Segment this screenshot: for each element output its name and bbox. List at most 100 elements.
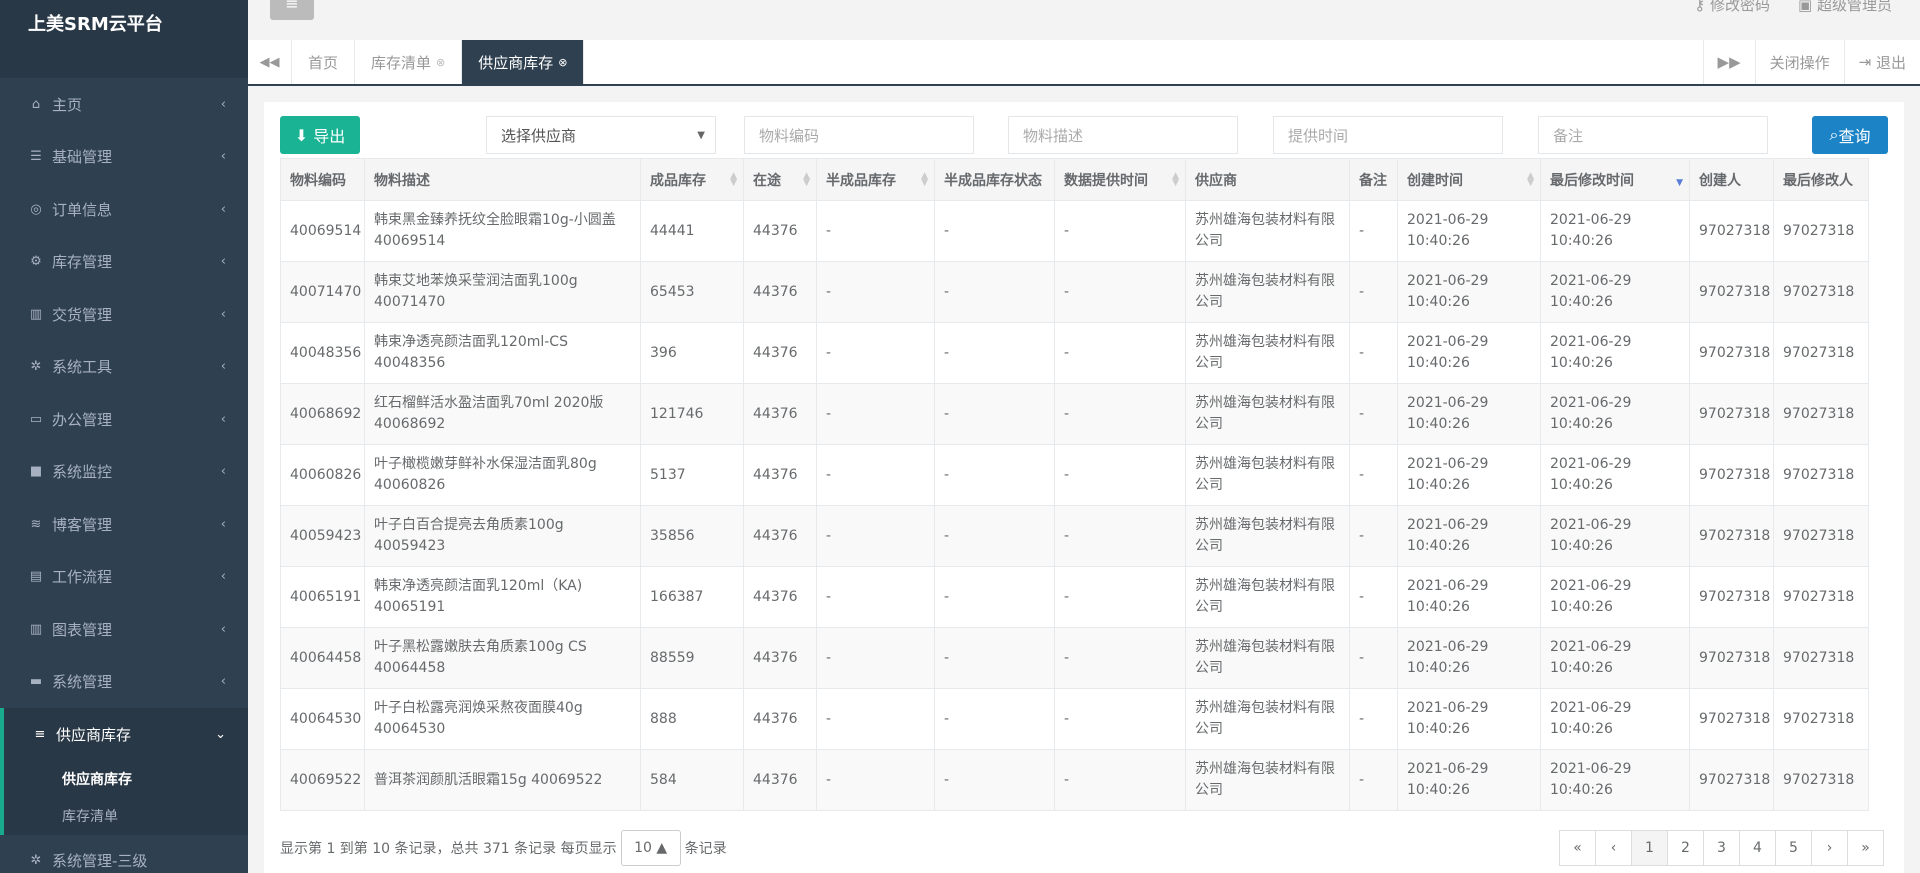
column-header[interactable]: 最后修改人	[1773, 158, 1869, 201]
table-row[interactable]: 40069514 韩束黑金臻养抚纹全脸眼霜10g-小圆盖 40069514 4444…	[280, 200, 1869, 262]
table-cell: -	[934, 627, 1055, 689]
filter-bar: ⬇ 导出 选择供应商 ▼ 物料编码 物料描述 提供时间 备注 ⌕ 查询	[280, 116, 1888, 154]
table-row[interactable]: 40064530 叶子白松露亮润焕采熬夜面膜40g 40064530 888 4437…	[280, 688, 1869, 750]
table-cell: 韩束净透亮颜洁面乳120ml-CS 40048356	[364, 322, 641, 384]
table-cell: 2021-06-29 10:40:26	[1397, 566, 1541, 628]
table-row[interactable]: 40060826 叶子橄榄嫩芽鲜补水保湿洁面乳80g 40060826 5137 44…	[280, 444, 1869, 506]
table-cell: 166387	[640, 566, 744, 628]
table-cell: 396	[640, 322, 744, 384]
column-header[interactable]: 物料描述	[364, 158, 641, 201]
table-cell: 韩束黑金臻养抚纹全脸眼霜10g-小圆盖 40069514	[364, 200, 641, 262]
page-button[interactable]: 1	[1631, 830, 1668, 866]
material-code-input[interactable]: 物料编码	[744, 116, 974, 154]
sidebar-item-label: 库存管理	[52, 253, 113, 272]
sidebar-item-8[interactable]: ≋ 博客管理 ‹	[0, 498, 248, 551]
column-header[interactable]: 数据提供时间 ▲ ▼	[1054, 158, 1186, 201]
logout-button[interactable]: ⇥ 退出	[1843, 40, 1920, 84]
sort-icon: ▲ ▼	[803, 171, 810, 188]
table-row[interactable]: 40059423 叶子白百合提亮去角质素100g 40059423 35856 443…	[280, 505, 1869, 567]
material-desc-input[interactable]: 物料描述	[1008, 116, 1238, 154]
supplier-select[interactable]: 选择供应商 ▼	[486, 116, 716, 154]
page-button[interactable]: ›	[1811, 830, 1848, 866]
sidebar-item-12[interactable]: ≡ 供应商库存 ⌄	[0, 708, 248, 761]
page-size-select[interactable]: 10 ▲	[620, 830, 681, 866]
page-button[interactable]: »	[1847, 830, 1884, 866]
table-cell: -	[816, 444, 935, 506]
table-cell: 97027318	[1773, 261, 1869, 323]
tabs-scroll-right-button[interactable]: ▶▶	[1702, 40, 1755, 84]
sidebar-item-system-level3[interactable]: ✲ 系统管理-三级	[0, 835, 248, 873]
table-cell: 2021-06-29 10:40:26	[1397, 505, 1541, 567]
column-header[interactable]: 半成品库存 ▲ ▼	[816, 158, 935, 201]
page-button[interactable]: 5	[1775, 830, 1812, 866]
sort-icon: ▲ ▼	[730, 171, 737, 188]
sidebar-item-5[interactable]: ✲ 系统工具 ‹	[0, 341, 248, 394]
table-cell: 2021-06-29 10:40:26	[1540, 688, 1690, 750]
table-row[interactable]: 40071470 韩束艾地苯焕采莹润洁面乳100g 40071470 65453 44…	[280, 261, 1869, 323]
user-menu[interactable]: ▣ 超级管理员	[1798, 0, 1892, 15]
sidebar-item-label: 系统监控	[52, 463, 113, 482]
table-cell: -	[1349, 505, 1398, 567]
table-row[interactable]: 40048356 韩束净透亮颜洁面乳120ml-CS 40048356 396 443…	[280, 322, 1869, 384]
column-header[interactable]: 物料编码	[280, 158, 365, 201]
close-operations-button[interactable]: 关闭操作	[1754, 40, 1844, 84]
table-row[interactable]: 40069522 普洱茶润颜肌活眼霜15g 40069522 584 44376- - -…	[280, 749, 1869, 811]
table-cell: 2021-06-29 10:40:26	[1397, 383, 1541, 445]
column-header[interactable]: 最后修改时间 ▼	[1540, 158, 1690, 201]
table-cell: 44441	[640, 200, 744, 262]
tab-inventory-list[interactable]: 库存清单 ⊗	[355, 40, 463, 84]
chevron-left-icon: ‹	[220, 464, 226, 480]
column-header[interactable]: 备注	[1349, 158, 1398, 201]
table-cell: 97027318	[1773, 322, 1869, 384]
table-cell: -	[1349, 627, 1398, 689]
sidebar-item-2[interactable]: ◎ 订单信息 ‹	[0, 183, 248, 236]
table-cell: 97027318	[1773, 444, 1869, 506]
sidebar-item-10[interactable]: ▥ 图表管理 ‹	[0, 603, 248, 656]
tab-supplier-inventory[interactable]: 供应商库存 ⊗	[462, 40, 585, 84]
tabs-scroll-left-button[interactable]: ◀◀	[248, 40, 292, 84]
page-button[interactable]: «	[1559, 830, 1596, 866]
menu-toggle-button[interactable]: ≡	[270, 0, 314, 20]
table-row[interactable]: 40068692 红石榴鲜活水盈洁面乳70ml 2020版 40068692 121…	[280, 383, 1869, 445]
page-button[interactable]: ‹	[1595, 830, 1632, 866]
page-button[interactable]: 3	[1703, 830, 1740, 866]
sidebar-item-1[interactable]: ☰ 基础管理 ‹	[0, 131, 248, 184]
provide-time-input[interactable]: 提供时间	[1273, 116, 1503, 154]
table-cell: 44376	[743, 749, 817, 811]
tab-home[interactable]: 首页	[292, 40, 356, 84]
export-button[interactable]: ⬇ 导出	[280, 116, 360, 154]
column-header[interactable]: 创建人	[1689, 158, 1774, 201]
table-cell: 40069522	[280, 749, 365, 811]
sidebar-item-7[interactable]: ■ 系统监控 ‹	[0, 446, 248, 499]
sidebar-item-9[interactable]: ▤ 工作流程 ‹	[0, 551, 248, 604]
column-header[interactable]: 供应商	[1185, 158, 1350, 201]
close-icon[interactable]: ⊗	[558, 56, 567, 69]
table-cell: 叶子黑松露嫩肤去角质素100g CS 40064458	[364, 627, 641, 689]
change-password-link[interactable]: ⚷ 修改密码	[1694, 0, 1770, 15]
column-header[interactable]: 在途 ▲ ▼	[743, 158, 817, 201]
column-header[interactable]: 创建时间 ▲ ▼	[1397, 158, 1541, 201]
remark-input[interactable]: 备注	[1538, 116, 1768, 154]
table-cell: 苏州雄海包装材料有限公司	[1185, 688, 1350, 750]
sidebar-item-6[interactable]: ▭ 办公管理 ‹	[0, 393, 248, 446]
close-icon[interactable]: ⊗	[436, 56, 445, 69]
sidebar-item-3[interactable]: ⚙ 库存管理 ‹	[0, 236, 248, 289]
chevron-left-icon: ‹	[220, 569, 226, 585]
column-header[interactable]: 半成品库存状态	[934, 158, 1055, 201]
table-cell: 40068692	[280, 383, 365, 445]
page-button[interactable]: 4	[1739, 830, 1776, 866]
column-header[interactable]: 成品库存 ▲ ▼	[640, 158, 744, 201]
table-cell: 苏州雄海包装材料有限公司	[1185, 749, 1350, 811]
chevron-left-icon: ‹	[220, 201, 226, 217]
page-button[interactable]: 2	[1667, 830, 1704, 866]
submenu-item[interactable]: 库存清单	[4, 798, 248, 835]
table-cell: -	[816, 261, 935, 323]
table-row[interactable]: 40064458 叶子黑松露嫩肤去角质素100g CS 40064458 88559…	[280, 627, 1869, 689]
sidebar-item-4[interactable]: ▥ 交货管理 ‹	[0, 288, 248, 341]
query-button[interactable]: ⌕ 查询	[1812, 116, 1888, 154]
sidebar-item-0[interactable]: ⌂ 主页 ‹	[0, 78, 248, 131]
sort-icon: ▲ ▼	[1527, 171, 1534, 188]
submenu-item[interactable]: 供应商库存	[4, 761, 248, 798]
sidebar-item-11[interactable]: ▬ 系统管理 ‹	[0, 656, 248, 709]
table-row[interactable]: 40065191 韩束净透亮颜洁面乳120ml（KA) 40065191 16638…	[280, 566, 1869, 628]
